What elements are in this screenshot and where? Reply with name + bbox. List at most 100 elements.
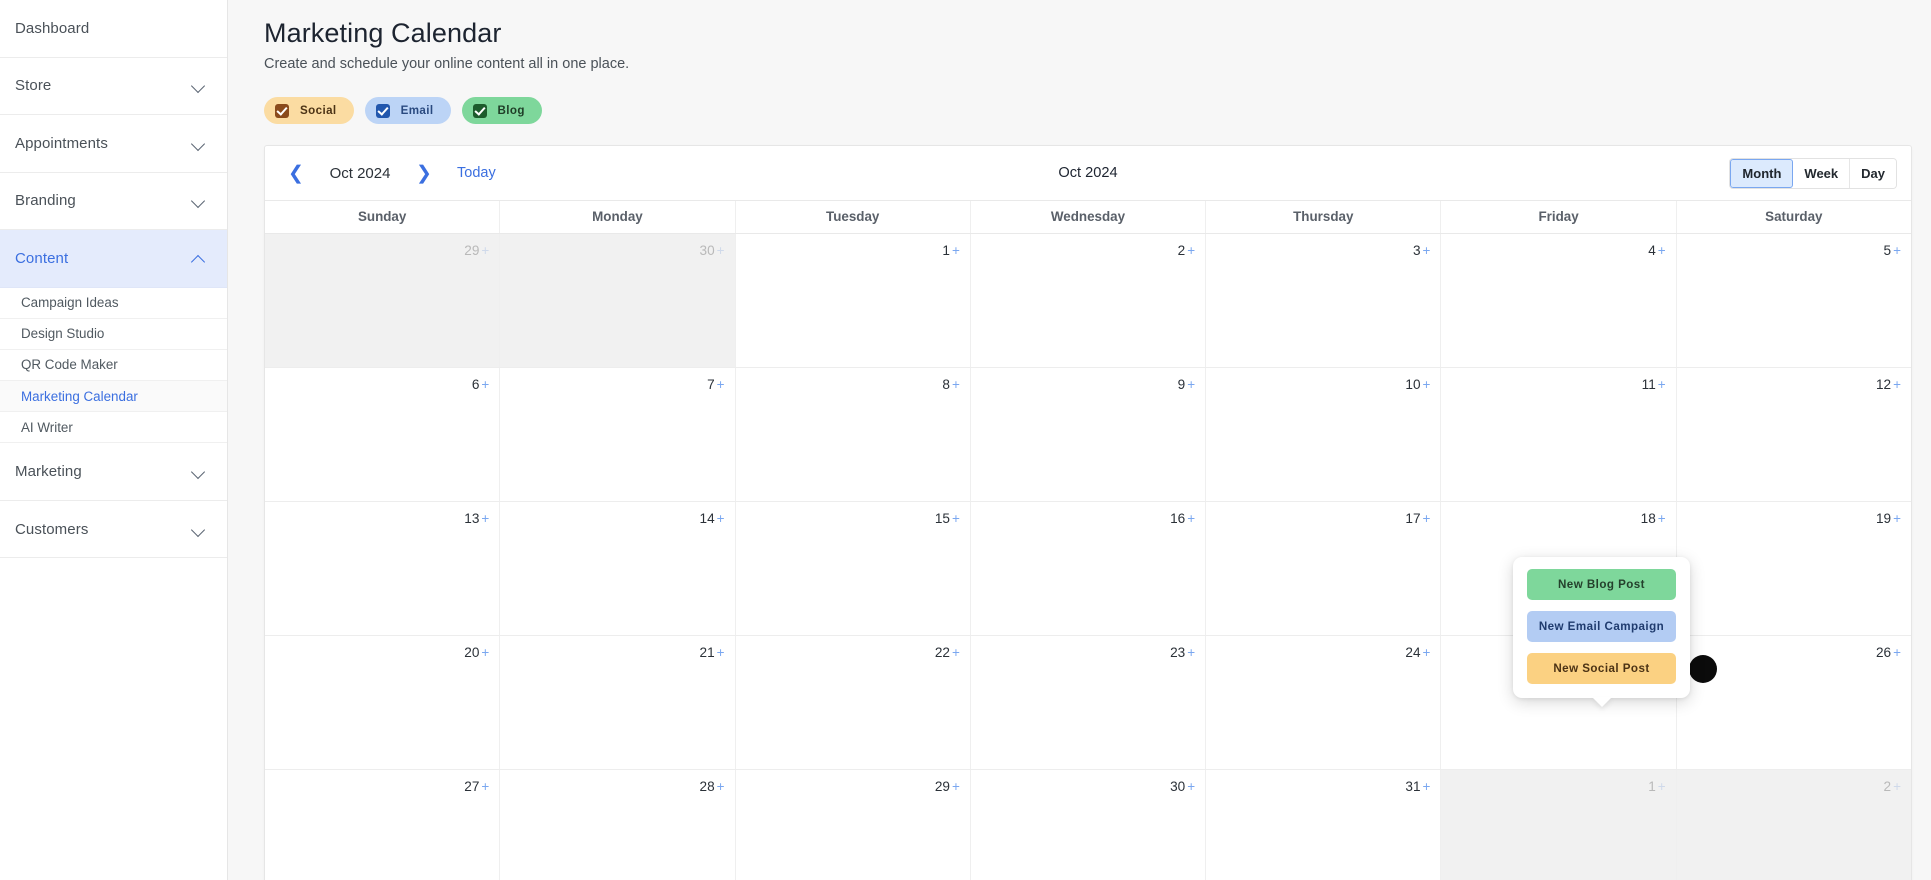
- view-button-day[interactable]: Day: [1850, 159, 1896, 188]
- popup-button-new-social-post[interactable]: New Social Post: [1527, 653, 1676, 684]
- popup-button-new-email-campaign[interactable]: New Email Campaign: [1527, 611, 1676, 642]
- add-event-plus-icon[interactable]: +: [481, 511, 489, 526]
- calendar-day-cell[interactable]: 17+: [1206, 502, 1441, 635]
- add-event-plus-icon[interactable]: +: [1423, 645, 1431, 660]
- calendar-day-cell[interactable]: 29+: [265, 234, 500, 367]
- chevron-down-icon[interactable]: [192, 194, 205, 207]
- calendar-day-cell[interactable]: 20+: [265, 636, 500, 769]
- view-button-week[interactable]: Week: [1793, 159, 1850, 188]
- chevron-left-icon[interactable]: ❮: [283, 164, 309, 183]
- calendar-day-cell[interactable]: 26+: [1677, 636, 1911, 769]
- calendar-day-cell[interactable]: 27+: [265, 770, 500, 880]
- add-event-plus-icon[interactable]: +: [1893, 243, 1901, 258]
- add-event-plus-icon[interactable]: +: [1893, 779, 1901, 794]
- add-event-plus-icon[interactable]: +: [1658, 377, 1666, 392]
- checkbox-checked-icon[interactable]: [275, 104, 289, 118]
- sidebar-subitem-campaign-ideas[interactable]: Campaign Ideas: [0, 288, 227, 319]
- add-event-plus-icon[interactable]: +: [717, 511, 725, 526]
- add-event-plus-icon[interactable]: +: [1423, 511, 1431, 526]
- checkbox-checked-icon[interactable]: [376, 104, 390, 118]
- calendar-day-cell[interactable]: 2+: [971, 234, 1206, 367]
- calendar-day-cell[interactable]: 5+: [1677, 234, 1911, 367]
- add-event-plus-icon[interactable]: +: [1893, 645, 1901, 660]
- today-button[interactable]: Today: [457, 165, 496, 181]
- add-event-plus-icon[interactable]: +: [1658, 511, 1666, 526]
- calendar-day-cell[interactable]: 9+: [971, 368, 1206, 501]
- add-event-plus-icon[interactable]: +: [1187, 511, 1195, 526]
- add-event-plus-icon[interactable]: +: [717, 377, 725, 392]
- chevron-down-icon[interactable]: [192, 79, 205, 92]
- calendar-day-cell[interactable]: 13+: [265, 502, 500, 635]
- sidebar-subitem-marketing-calendar[interactable]: Marketing Calendar: [0, 381, 227, 412]
- add-event-plus-icon[interactable]: +: [952, 511, 960, 526]
- calendar-day-cell[interactable]: 21+: [500, 636, 735, 769]
- sidebar-item-branding[interactable]: Branding: [0, 173, 227, 231]
- popup-button-new-blog-post[interactable]: New Blog Post: [1527, 569, 1676, 600]
- calendar-day-cell[interactable]: 4+: [1441, 234, 1676, 367]
- calendar-day-cell[interactable]: 16+: [971, 502, 1206, 635]
- add-event-plus-icon[interactable]: +: [952, 377, 960, 392]
- view-button-month[interactable]: Month: [1730, 159, 1793, 188]
- add-event-plus-icon[interactable]: +: [481, 243, 489, 258]
- add-event-plus-icon[interactable]: +: [1658, 243, 1666, 258]
- calendar-day-cell[interactable]: 8+: [736, 368, 971, 501]
- calendar-day-cell[interactable]: 10+: [1206, 368, 1441, 501]
- sidebar-item-store[interactable]: Store: [0, 58, 227, 116]
- calendar-day-cell[interactable]: 2+: [1677, 770, 1911, 880]
- calendar-day-cell[interactable]: 1+: [1441, 770, 1676, 880]
- sidebar-item-dashboard[interactable]: Dashboard: [0, 0, 227, 58]
- sidebar-item-marketing[interactable]: Marketing: [0, 443, 227, 501]
- add-event-plus-icon[interactable]: +: [952, 243, 960, 258]
- add-event-plus-icon[interactable]: +: [481, 377, 489, 392]
- checkbox-checked-icon[interactable]: [473, 104, 487, 118]
- chevron-down-icon[interactable]: [192, 465, 205, 478]
- sidebar-subitem-design-studio[interactable]: Design Studio: [0, 319, 227, 350]
- add-event-plus-icon[interactable]: +: [1187, 377, 1195, 392]
- add-event-plus-icon[interactable]: +: [1187, 243, 1195, 258]
- add-event-plus-icon[interactable]: +: [1423, 779, 1431, 794]
- sidebar-item-appointments[interactable]: Appointments: [0, 115, 227, 173]
- calendar-day-cell[interactable]: 19+: [1677, 502, 1911, 635]
- calendar-day-cell[interactable]: 30+: [971, 770, 1206, 880]
- calendar-day-cell[interactable]: 28+: [500, 770, 735, 880]
- add-event-plus-icon[interactable]: +: [1893, 511, 1901, 526]
- add-event-plus-icon[interactable]: +: [952, 779, 960, 794]
- calendar-day-cell[interactable]: 29+: [736, 770, 971, 880]
- add-event-plus-icon[interactable]: +: [1658, 779, 1666, 794]
- sidebar-item-customers[interactable]: Customers: [0, 501, 227, 559]
- add-event-plus-icon[interactable]: +: [481, 645, 489, 660]
- sidebar-item-content[interactable]: Content: [0, 230, 227, 288]
- calendar-day-cell[interactable]: 12+: [1677, 368, 1911, 501]
- calendar-day-cell[interactable]: 31+: [1206, 770, 1441, 880]
- calendar-day-cell[interactable]: 22+: [736, 636, 971, 769]
- add-event-plus-icon[interactable]: +: [717, 243, 725, 258]
- add-event-plus-icon[interactable]: +: [952, 645, 960, 660]
- add-event-plus-icon[interactable]: +: [481, 779, 489, 794]
- calendar-day-cell[interactable]: 11+: [1441, 368, 1676, 501]
- chevron-down-icon[interactable]: [192, 523, 205, 536]
- chevron-down-icon[interactable]: [192, 137, 205, 150]
- add-event-plus-icon[interactable]: +: [717, 645, 725, 660]
- add-event-plus-icon[interactable]: +: [1187, 779, 1195, 794]
- add-event-plus-icon[interactable]: +: [1423, 243, 1431, 258]
- chevron-right-icon[interactable]: ❯: [411, 164, 437, 183]
- filter-chip-email[interactable]: Email: [365, 97, 451, 124]
- sidebar-subitem-qr-code-maker[interactable]: QR Code Maker: [0, 350, 227, 381]
- add-event-plus-icon[interactable]: +: [1893, 377, 1901, 392]
- calendar-day-cell[interactable]: 23+: [971, 636, 1206, 769]
- calendar-day-cell[interactable]: 1+: [736, 234, 971, 367]
- add-event-plus-icon[interactable]: +: [717, 779, 725, 794]
- calendar-day-cell[interactable]: 14+: [500, 502, 735, 635]
- calendar-day-cell[interactable]: 7+: [500, 368, 735, 501]
- chevron-up-icon[interactable]: [192, 252, 205, 265]
- filter-chip-social[interactable]: Social: [264, 97, 354, 124]
- add-event-plus-icon[interactable]: +: [1187, 645, 1195, 660]
- filter-chip-blog[interactable]: Blog: [462, 97, 542, 124]
- calendar-day-cell[interactable]: 3+: [1206, 234, 1441, 367]
- sidebar-subitem-ai-writer[interactable]: AI Writer: [0, 412, 227, 443]
- add-event-plus-icon[interactable]: +: [1423, 377, 1431, 392]
- calendar-day-cell[interactable]: 6+: [265, 368, 500, 501]
- calendar-day-cell[interactable]: 30+: [500, 234, 735, 367]
- calendar-day-cell[interactable]: 15+: [736, 502, 971, 635]
- calendar-day-cell[interactable]: 24+: [1206, 636, 1441, 769]
